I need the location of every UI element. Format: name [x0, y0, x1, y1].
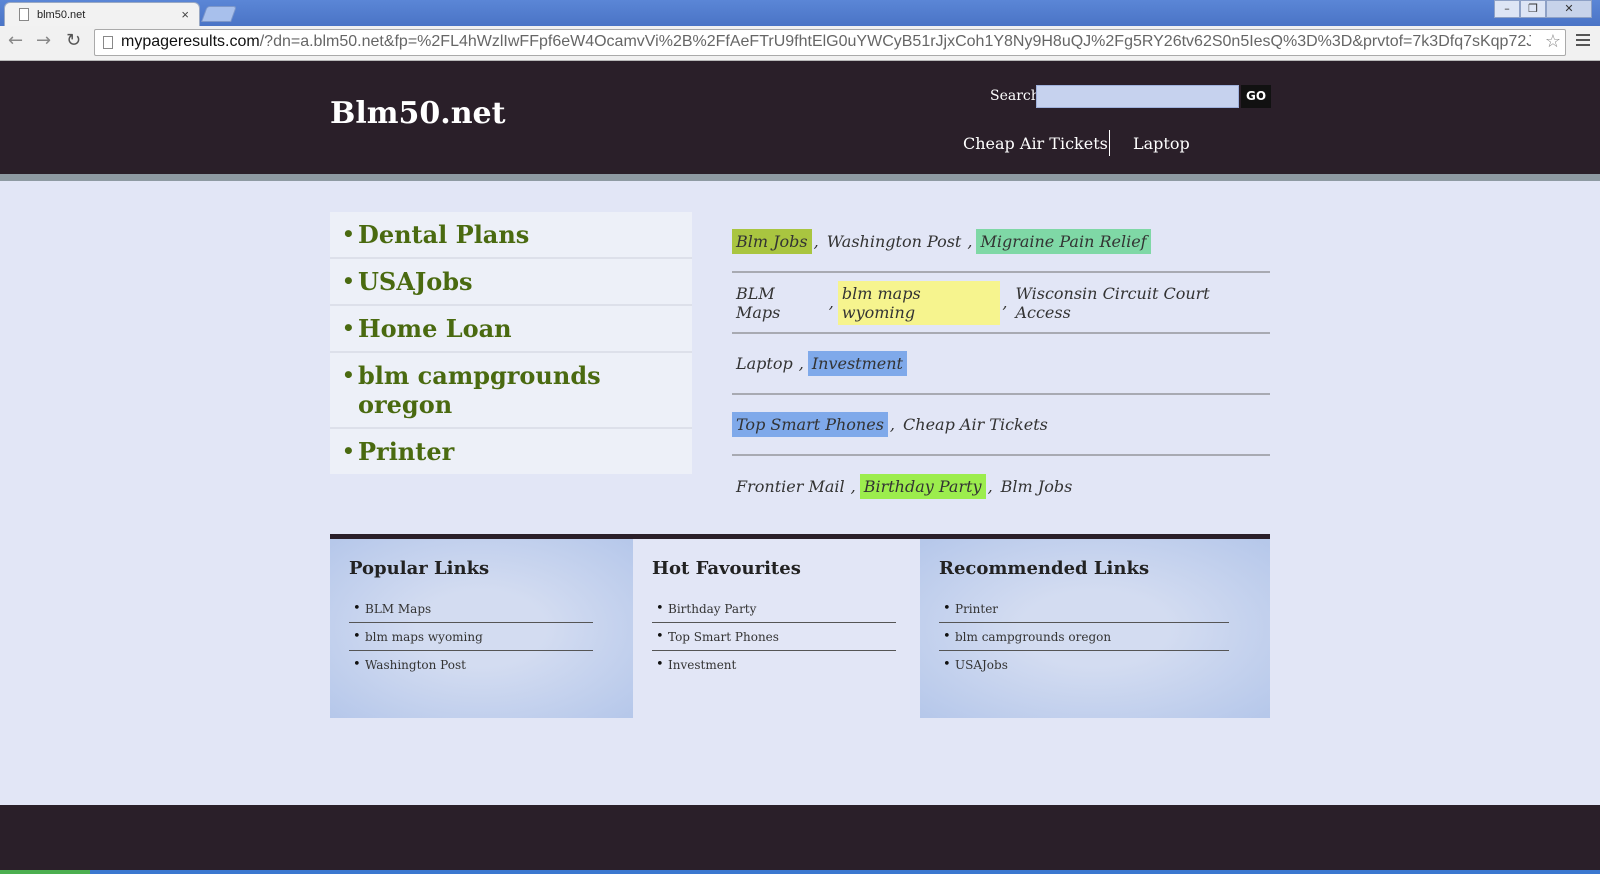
main-link-label[interactable]: blm campgrounds oregon: [358, 361, 608, 419]
keyword-row: Laptop, Investment: [732, 334, 1270, 395]
popular-link[interactable]: BLM Maps: [349, 595, 593, 623]
main-link-label[interactable]: Printer: [358, 437, 454, 466]
recommended-link[interactable]: USAJobs: [939, 651, 1229, 679]
close-window-icon[interactable]: ✕: [1546, 0, 1592, 18]
keyword-link[interactable]: Wisconsin Circuit Court Access: [1011, 281, 1270, 325]
window-controls: – ❐ ✕: [1494, 0, 1592, 18]
search-label: Search: [990, 88, 1040, 104]
document-icon: [19, 8, 29, 21]
url-host: mypageresults.com: [121, 33, 260, 50]
recommended-link[interactable]: Printer: [939, 595, 1229, 623]
tab-close-icon[interactable]: ×: [181, 7, 189, 22]
keyword-separator: ,: [798, 354, 804, 373]
popular-link[interactable]: Washington Post: [349, 651, 593, 679]
keyword-link[interactable]: Washington Post: [823, 229, 966, 254]
related-keywords: Blm Jobs, Washington Post, Migraine Pain R…: [732, 212, 1270, 517]
keyword-row: Frontier Mail, Birthday Party, Blm Jobs: [732, 456, 1270, 517]
keyword-separator: ,: [850, 477, 856, 496]
popular-links-box: Popular Links BLM Maps blm maps wyoming …: [330, 539, 633, 718]
keyword-link[interactable]: Birthday Party: [859, 474, 986, 499]
main-link-item[interactable]: • blm campgrounds oregon: [330, 353, 692, 429]
os-taskbar: [0, 870, 1600, 874]
keyword-link[interactable]: Migraine Pain Relief: [976, 229, 1151, 254]
keyword-separator: ,: [987, 477, 993, 496]
back-arrow-icon[interactable]: ←: [8, 30, 23, 51]
new-tab-button[interactable]: [201, 6, 237, 22]
main-link-item[interactable]: • Dental Plans: [330, 212, 692, 259]
nav-separator: [1109, 130, 1110, 156]
hot-favourites-box: Hot Favourites Birthday Party Top Smart …: [633, 539, 920, 718]
keyword-link[interactable]: Top Smart Phones: [732, 412, 888, 437]
main-links-box: • Dental Plans • USAJobs • Home Loan • blm c…: [330, 212, 692, 474]
url-path: /?dn=a.blm50.net&fp=%2FL4hWzlIwFFpf6eW4O…: [259, 33, 1531, 50]
hot-favourites-title: Hot Favourites: [652, 558, 801, 579]
recommended-links-box: Recommended Links Printer blm campground…: [920, 539, 1270, 718]
search-input[interactable]: [1036, 85, 1239, 108]
keyword-row: Blm Jobs, Washington Post, Migraine Pain R…: [732, 212, 1270, 273]
browser-titlebar: blm50.net × – ❐ ✕: [0, 0, 1600, 26]
bookmark-star-icon[interactable]: ☆: [1545, 31, 1561, 52]
main-link-label[interactable]: Home Loan: [358, 314, 512, 343]
site-footer: [0, 805, 1600, 870]
site-title[interactable]: Blm50.net: [330, 96, 505, 131]
menu-icon[interactable]: [1576, 34, 1590, 48]
main-link-label[interactable]: Dental Plans: [358, 220, 529, 249]
keyword-link[interactable]: Investment: [807, 351, 907, 376]
recommended-links-title: Recommended Links: [939, 558, 1150, 579]
main-link-item[interactable]: • USAJobs: [330, 259, 692, 306]
main-link-item[interactable]: • Home Loan: [330, 306, 692, 353]
keyword-link[interactable]: Cheap Air Tickets: [899, 412, 1052, 437]
site-header: Blm50.net Search GO Cheap Air Tickets La…: [0, 61, 1600, 174]
search-go-button[interactable]: GO: [1241, 85, 1271, 108]
browser-toolbar: ← → ↻ mypageresults.com/?dn=a.blm50.net&…: [0, 26, 1600, 61]
keyword-link[interactable]: blm maps wyoming: [837, 280, 1001, 325]
keyword-separator: ,: [889, 415, 896, 434]
browser-tab[interactable]: blm50.net ×: [4, 2, 200, 26]
page-icon: [103, 36, 113, 49]
address-bar[interactable]: mypageresults.com/?dn=a.blm50.net&fp=%2F…: [94, 29, 1566, 56]
restore-icon[interactable]: ❐: [1520, 0, 1546, 18]
minimize-icon[interactable]: –: [1494, 0, 1520, 18]
hot-link[interactable]: Birthday Party: [652, 595, 896, 623]
keyword-link[interactable]: Frontier Mail: [732, 474, 849, 499]
reload-icon[interactable]: ↻: [66, 30, 81, 51]
nav-link-laptop[interactable]: Laptop: [1133, 134, 1190, 153]
keyword-link[interactable]: Laptop: [732, 351, 797, 376]
keyword-separator: ,: [1002, 293, 1008, 312]
keyword-separator: ,: [828, 293, 834, 312]
keyword-link[interactable]: BLM Maps: [732, 281, 827, 325]
keyword-row: BLM Maps, blm maps wyoming, Wisconsin Circ…: [732, 273, 1270, 334]
keyword-link[interactable]: Blm Jobs: [997, 474, 1077, 499]
main-link-item[interactable]: • Printer: [330, 429, 692, 474]
keyword-separator: ,: [967, 232, 973, 251]
url-text[interactable]: mypageresults.com/?dn=a.blm50.net&fp=%2F…: [121, 33, 1531, 51]
hot-link[interactable]: Top Smart Phones: [652, 623, 896, 651]
main-link-label[interactable]: USAJobs: [358, 267, 473, 296]
forward-arrow-icon[interactable]: →: [36, 30, 51, 51]
keyword-separator: ,: [813, 232, 819, 251]
popular-link[interactable]: blm maps wyoming: [349, 623, 593, 651]
nav-link-cheap-air-tickets[interactable]: Cheap Air Tickets: [963, 134, 1108, 153]
keyword-row: Top Smart Phones, Cheap Air Tickets: [732, 395, 1270, 456]
hot-link[interactable]: Investment: [652, 651, 896, 679]
recommended-link[interactable]: blm campgrounds oregon: [939, 623, 1229, 651]
header-divider: [0, 174, 1600, 181]
popular-links-title: Popular Links: [349, 558, 490, 579]
tab-title: blm50.net: [37, 9, 86, 21]
keyword-link[interactable]: Blm Jobs: [732, 229, 812, 254]
